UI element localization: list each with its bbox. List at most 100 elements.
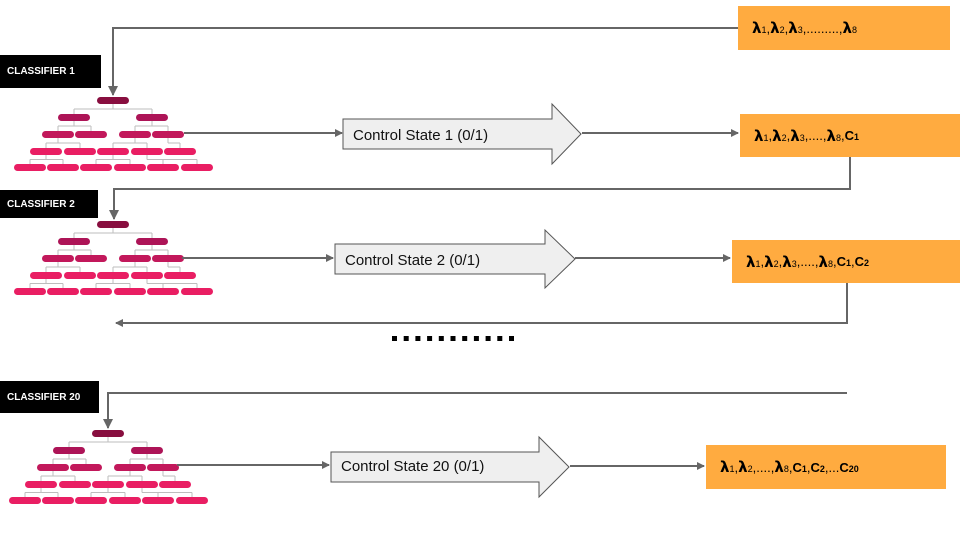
lambda-term: λ1 — [720, 458, 735, 476]
tree-leaf-node — [97, 148, 129, 155]
subscript: 20 — [848, 463, 859, 474]
lambda-term: λ1 — [754, 127, 769, 145]
tree-leaf-node — [114, 288, 146, 295]
ellipsis-dot — [473, 336, 479, 341]
tree-root-node — [97, 97, 129, 104]
tree-node — [42, 131, 74, 138]
tree-node — [53, 447, 85, 454]
ellipsis-dot — [485, 336, 491, 341]
tree-node — [136, 238, 168, 245]
lambda-term: λ8 — [818, 253, 833, 271]
tree-leaf-node — [131, 148, 163, 155]
tree-leaf-node — [75, 497, 107, 504]
decision-tree-1 — [14, 97, 213, 171]
tree-node — [136, 114, 168, 121]
ellipsis-dot — [450, 336, 456, 341]
tree-leaf-node — [80, 288, 112, 295]
tree-leaf-node — [64, 148, 96, 155]
subscript: 1 — [854, 132, 860, 142]
tree-node — [70, 464, 102, 471]
tree-leaf-node — [164, 272, 196, 279]
tree-leaf-node — [181, 164, 213, 171]
tree-node — [58, 114, 90, 121]
lambda-term: λ2 — [764, 253, 779, 271]
lambda-term: λ3 — [788, 19, 803, 37]
tree-leaf-node — [25, 481, 57, 488]
lambda-term: λ1 — [746, 253, 761, 271]
tree-leaf-node — [142, 497, 174, 504]
tree-leaf-node — [97, 272, 129, 279]
tree-node — [119, 131, 151, 138]
tree-root-node — [92, 430, 124, 437]
lambda-symbol: λ — [788, 19, 798, 37]
classifier-20-label: CLASSIFIER 20 — [0, 381, 99, 413]
lambda-symbol: λ — [826, 126, 836, 145]
c-symbol: C — [836, 254, 846, 269]
tree-leaf-node — [14, 288, 46, 295]
lambda-term: λ1 — [752, 19, 767, 37]
c-symbol: C — [792, 459, 802, 475]
lambda-term: λ2 — [772, 127, 787, 145]
c-symbol: C — [810, 459, 820, 475]
tree-leaf-node — [181, 288, 213, 295]
lambda-symbol: λ — [774, 458, 784, 476]
feedback-connector-input — [108, 27, 738, 96]
tree-node — [152, 131, 184, 138]
c-symbol: C — [854, 254, 865, 269]
ellipsis-dot — [392, 336, 397, 341]
separator: ,........., — [802, 20, 843, 36]
lambda-symbol: λ — [772, 126, 782, 145]
tree-node — [37, 464, 69, 471]
feedback-connector-2 — [115, 283, 848, 327]
lambda-symbol: λ — [818, 252, 828, 271]
ellipsis-dot — [509, 336, 514, 341]
subscript: 8 — [852, 25, 858, 35]
tree-leaf-node — [176, 497, 208, 504]
tree-node — [75, 131, 107, 138]
lambda-term: λ2 — [770, 19, 785, 37]
tree-leaf-node — [14, 164, 46, 171]
ellipsis-dot — [427, 336, 433, 341]
tree-node — [147, 464, 179, 471]
stage-1-output-box: λ1 , λ2 , λ3 ,...., λ8 , C1 — [740, 114, 960, 157]
control-state-1-label: Control State 1 (0/1) — [353, 127, 489, 144]
classifier-2-label: CLASSIFIER 2 — [0, 190, 98, 218]
ellipsis-dot — [462, 336, 468, 341]
separator: ,...., — [796, 254, 819, 269]
tree-node — [119, 255, 151, 262]
tree-leaf-node — [109, 497, 141, 504]
separator: ,...., — [752, 459, 775, 475]
lambda-symbol: λ — [752, 19, 762, 37]
tree-leaf-node — [114, 164, 146, 171]
input-features-box: λ1 , λ2 , λ3 ,........., λ8 — [738, 6, 950, 50]
tree-leaf-node — [126, 481, 158, 488]
tree-leaf-node — [47, 288, 79, 295]
tree-leaf-node — [30, 272, 62, 279]
tree-leaf-node — [147, 288, 179, 295]
tree-node — [131, 447, 163, 454]
class-term: C20 — [839, 460, 858, 475]
separator: ,...., — [804, 128, 827, 143]
ellipsis-dot — [497, 336, 503, 341]
lambda-term: λ8 — [843, 19, 858, 37]
tree-leaf-node — [9, 497, 41, 504]
tree-leaf-node — [159, 481, 191, 488]
class-term: C2 — [811, 460, 825, 475]
tree-node — [114, 464, 146, 471]
tree-leaf-node — [80, 164, 112, 171]
lambda-symbol: λ — [782, 252, 792, 271]
class-term: C1 — [845, 128, 859, 143]
class-term: C2 — [855, 254, 869, 269]
tree-node — [42, 255, 74, 262]
ellipsis-dot — [415, 336, 421, 341]
tree-leaf-node — [64, 272, 96, 279]
lambda-term: λ8 — [826, 127, 841, 145]
lambda-term: λ2 — [738, 458, 753, 476]
classifier-1-label: CLASSIFIER 1 — [0, 55, 101, 88]
ellipsis-dot — [438, 336, 444, 341]
stage-2-output-box: λ1 , λ2 , λ3 ,...., λ8 , C1 , C2 — [732, 240, 960, 283]
lambda-symbol: λ — [790, 126, 800, 145]
tree-leaf-node — [42, 497, 74, 504]
ellipsis-dots — [392, 336, 514, 341]
tree-leaf-node — [30, 148, 62, 155]
